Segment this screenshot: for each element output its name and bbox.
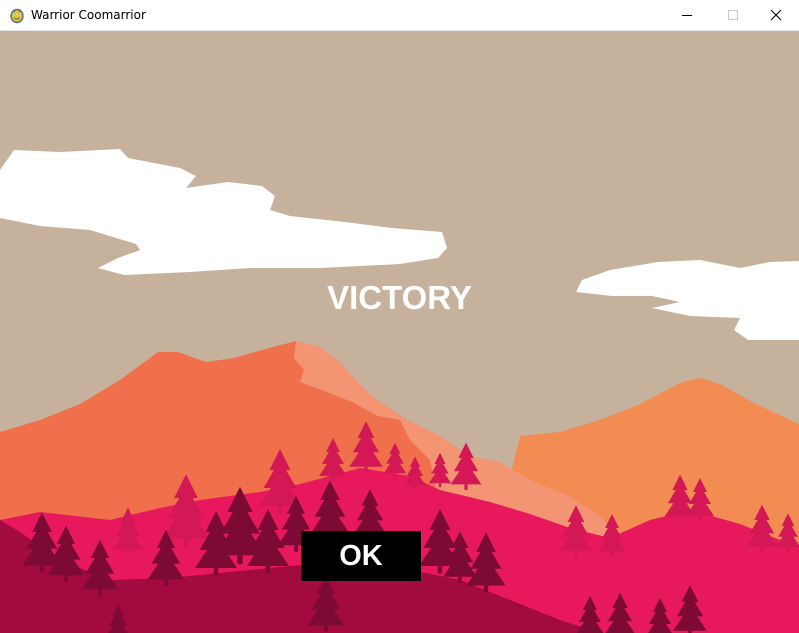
- window-title: Warrior Coomarrior: [31, 8, 146, 22]
- minimize-button[interactable]: [664, 0, 710, 30]
- game-window: Warrior Coomarrior VICTORY OK: [0, 0, 799, 633]
- maximize-button[interactable]: [710, 0, 756, 30]
- title-bar[interactable]: Warrior Coomarrior: [0, 0, 799, 31]
- pygame-snake-icon: [10, 8, 24, 24]
- ok-button[interactable]: OK: [301, 531, 421, 581]
- minimize-icon: [682, 15, 692, 16]
- close-icon: [770, 9, 782, 21]
- close-button[interactable]: [753, 0, 799, 30]
- victory-message: VICTORY: [327, 279, 472, 316]
- maximize-icon: [728, 10, 738, 20]
